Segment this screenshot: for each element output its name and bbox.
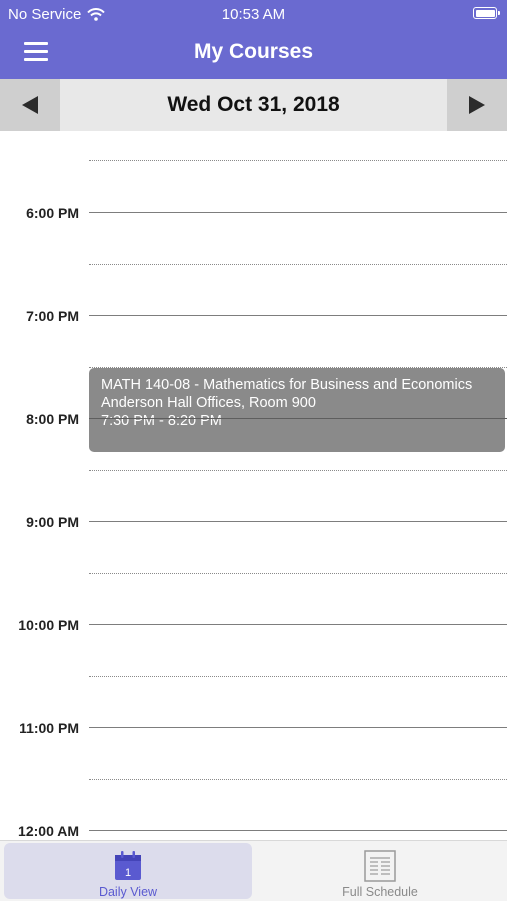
arrow-right-icon [469, 96, 485, 114]
half-hour-line [89, 573, 507, 574]
hour-label: 6:00 PM [26, 205, 79, 221]
hour-line [89, 521, 507, 522]
half-hour-line [89, 160, 507, 161]
hour-label: 12:00 AM [18, 823, 79, 839]
half-hour-line [89, 470, 507, 471]
tab-bar: 1 Daily View Full Schedule [0, 840, 507, 901]
app-header: No Service 10:53 AM My Courses [0, 0, 507, 79]
arrow-left-icon [22, 96, 38, 114]
date-navigation: Wed Oct 31, 2018 [0, 79, 507, 131]
next-day-button[interactable] [447, 79, 507, 131]
hour-line [89, 418, 507, 419]
course-event[interactable]: MATH 140-08 - Mathematics for Business a… [89, 368, 505, 452]
hour-line [89, 830, 507, 831]
page-title: My Courses [193, 40, 314, 63]
calendar-icon: 1 [115, 851, 141, 880]
calendar-icon-number: 1 [125, 867, 131, 879]
daily-schedule[interactable]: 6:00 PM 7:00 PM 8:00 PM 9:00 PM 10:00 PM… [0, 131, 507, 840]
hour-label: 8:00 PM [26, 411, 79, 427]
previous-day-button[interactable] [0, 79, 60, 131]
status-time: 10:53 AM [221, 6, 286, 23]
event-time: 7:30 PM - 8:20 PM [101, 413, 222, 429]
half-hour-line [89, 779, 507, 780]
hour-label: 9:00 PM [26, 514, 79, 530]
tab-daily-view[interactable]: 1 Daily View [4, 843, 252, 899]
hour-label: 7:00 PM [26, 308, 79, 324]
tab-daily-view-label: Daily View [98, 885, 158, 899]
hour-line [89, 212, 507, 213]
battery-icon [473, 7, 500, 19]
current-date: Wed Oct 31, 2018 [167, 93, 340, 116]
hour-label: 11:00 PM [19, 720, 79, 736]
tab-full-schedule[interactable]: Full Schedule [256, 843, 504, 899]
hour-line [89, 624, 507, 625]
hour-label: 10:00 PM [18, 617, 79, 633]
half-hour-line [89, 264, 507, 265]
half-hour-line [89, 676, 507, 677]
event-location: Anderson Hall Offices, Room 900 [101, 395, 316, 411]
hour-line [89, 315, 507, 316]
schedule-list-icon [364, 850, 396, 882]
tab-full-schedule-label: Full Schedule [342, 885, 418, 899]
event-course: MATH 140-08 - Mathematics for Business a… [101, 377, 473, 393]
hour-line [89, 727, 507, 728]
